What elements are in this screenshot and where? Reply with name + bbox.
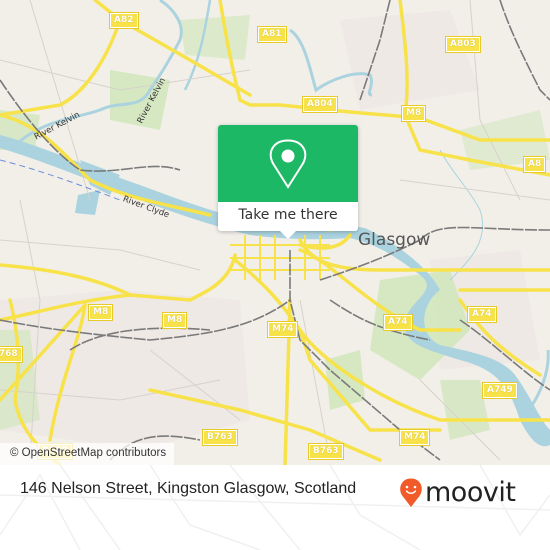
take-me-there-button[interactable]: Take me there <box>218 202 358 231</box>
road-label-b763-east: B763 <box>308 443 344 460</box>
moovit-logo-text: moovit <box>425 477 516 508</box>
map-pin-icon <box>269 139 307 189</box>
road-label-a804: A804 <box>302 96 338 113</box>
popup-pointer <box>280 231 296 239</box>
moovit-logo[interactable]: moovit <box>399 473 516 513</box>
road-label-a8: A8 <box>522 156 547 173</box>
road-label-b763: B763 <box>202 429 238 446</box>
road-label-a74-east: A74 <box>467 306 497 323</box>
osm-attribution-link[interactable]: © OpenStreetMap contributors <box>0 443 175 465</box>
address-text: 146 Nelson Street, Kingston Glasgow, Sco… <box>20 480 357 497</box>
moovit-pin-icon <box>400 478 422 507</box>
road-label-a803: A803 <box>445 36 481 53</box>
road-label-a82: A82 <box>109 12 139 29</box>
road-label-m74-centre: M74 <box>266 321 299 338</box>
road-label-m74-east: M74 <box>398 429 431 446</box>
map-tiles <box>0 0 550 465</box>
road-label-b768-west: B768 <box>0 346 23 363</box>
footer-bar: 146 Nelson Street, Kingston Glasgow, Sco… <box>0 465 550 550</box>
road-label-m8-west: M8 <box>87 304 114 321</box>
road-label-a74: A74 <box>383 314 413 331</box>
take-me-there-popup[interactable]: Take me there <box>218 125 358 239</box>
map-view[interactable]: A82 A81 A803 A804 M8 A8 M8 M8 M74 A74 A7… <box>0 0 550 465</box>
road-label-m8: M8 <box>400 105 427 122</box>
road-label-a81: A81 <box>257 26 287 43</box>
road-label-m8-centre: M8 <box>161 312 188 329</box>
city-label-glasgow: Glasgow <box>358 230 431 250</box>
popup-header <box>218 125 358 202</box>
road-label-a749: A749 <box>482 382 518 399</box>
